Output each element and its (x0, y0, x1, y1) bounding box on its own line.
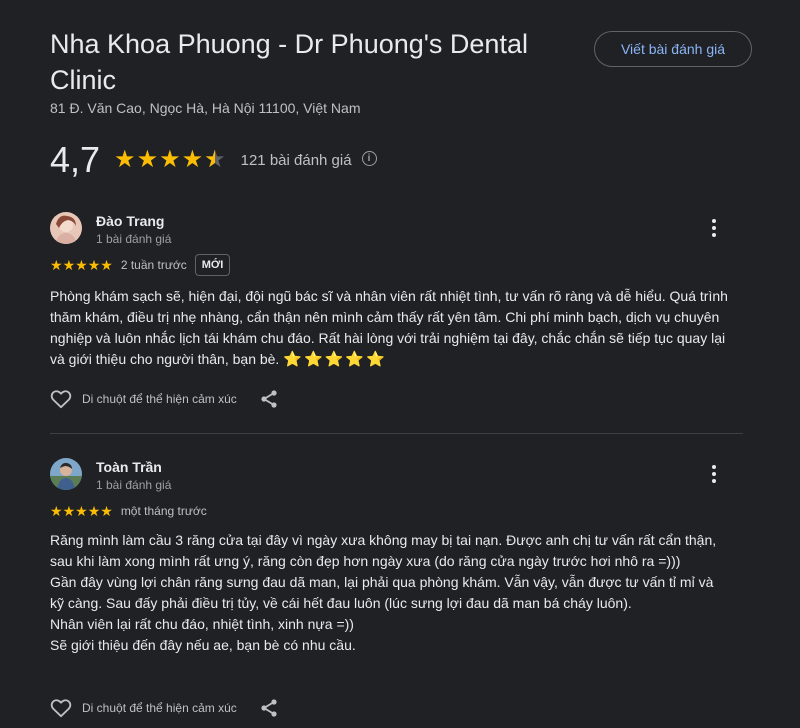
react-hint: Di chuột để thể hiện cảm xúc (82, 701, 237, 715)
write-review-button[interactable]: Viết bài đánh giá (594, 31, 752, 67)
reviewer-name[interactable]: Toàn Trần (96, 459, 162, 475)
star-icon: ★ (62, 257, 76, 273)
reviewer-name[interactable]: Đào Trang (96, 213, 164, 229)
share-icon[interactable] (259, 389, 279, 409)
star-icon: ★ (50, 503, 63, 519)
review-stars: ★ ★ ★ ★ ★ (50, 504, 113, 518)
overall-rating: 4,7 ★ ★ ★ ★ ★★ 121 bài đánh giá i (50, 138, 377, 182)
avatar[interactable] (50, 212, 82, 244)
star-icon: ★ (100, 503, 113, 519)
review-stars: ★ ★ ★ ★ ★ (50, 258, 113, 272)
divider (50, 433, 743, 434)
star-icon: ★ (75, 503, 88, 519)
place-title: Nha Khoa Phuong - Dr Phuong's Dental Cli… (50, 29, 528, 95)
star-icon: ★ (87, 257, 101, 273)
star-emoji: ⭐⭐⭐⭐⭐ (283, 351, 387, 368)
reviewer-meta: 1 bài đánh giá (96, 478, 172, 492)
star-icon: ★ (75, 257, 88, 273)
rating-value: 4,7 (50, 139, 101, 180)
star-icon: ★ (136, 146, 159, 173)
review-paragraph: Răng mình làm cầu 3 răng cửa tại đây vì … (50, 532, 717, 569)
reviewer-meta: 1 bài đánh giá (96, 232, 172, 246)
heart-icon[interactable] (50, 389, 72, 409)
new-badge: MỚI (194, 254, 231, 276)
review-count: 121 bài đánh giá (240, 151, 352, 169)
star-icon: ★ (100, 257, 113, 273)
star-icon: ★ (50, 257, 63, 273)
place-address: 81 Đ. Văn Cao, Ngọc Hà, Hà Nội 11100, Vi… (50, 100, 361, 116)
star-icon: ★ (181, 146, 204, 173)
review-time: một tháng trước (120, 504, 207, 518)
review-actions: Di chuột để thể hiện cảm xúc (50, 387, 279, 411)
review-actions: Di chuột để thể hiện cảm xúc (50, 696, 279, 720)
review-text: Răng mình làm cầu 3 răng cửa tại đây vì … (50, 530, 730, 656)
review-text: Phòng khám sạch sẽ, hiện đại, đội ngũ bá… (50, 286, 730, 370)
half-star-icon: ★★ (204, 146, 226, 173)
review-rating: ★ ★ ★ ★ ★ một tháng trước (50, 500, 215, 522)
star-icon: ★ (62, 503, 76, 519)
heart-icon[interactable] (50, 698, 72, 718)
review-time: 2 tuần trước (120, 258, 187, 272)
more-options-icon[interactable] (702, 462, 726, 486)
star-icon: ★ (87, 503, 101, 519)
review-rating: ★ ★ ★ ★ ★ 2 tuần trước MỚI (50, 254, 231, 276)
review-paragraph: Sẽ giới thiệu đến đây nếu ae, bạn bè có … (50, 637, 356, 653)
review-body: Phòng khám sạch sẽ, hiện đại, đội ngũ bá… (50, 288, 728, 367)
avatar[interactable] (50, 458, 82, 490)
star-icon: ★ (159, 146, 181, 173)
react-hint: Di chuột để thể hiện cảm xúc (82, 392, 237, 406)
star-icon: ★ (114, 146, 136, 173)
info-icon[interactable]: i (361, 150, 377, 166)
rating-stars: ★ ★ ★ ★ ★★ (114, 148, 227, 172)
more-options-icon[interactable] (702, 216, 726, 240)
share-icon[interactable] (259, 698, 279, 718)
review-paragraph: Gần đây vùng lợi chân răng sưng đau dã m… (50, 574, 714, 611)
review-paragraph: Nhân viên lại rất chu đáo, nhiệt tình, x… (50, 616, 354, 632)
